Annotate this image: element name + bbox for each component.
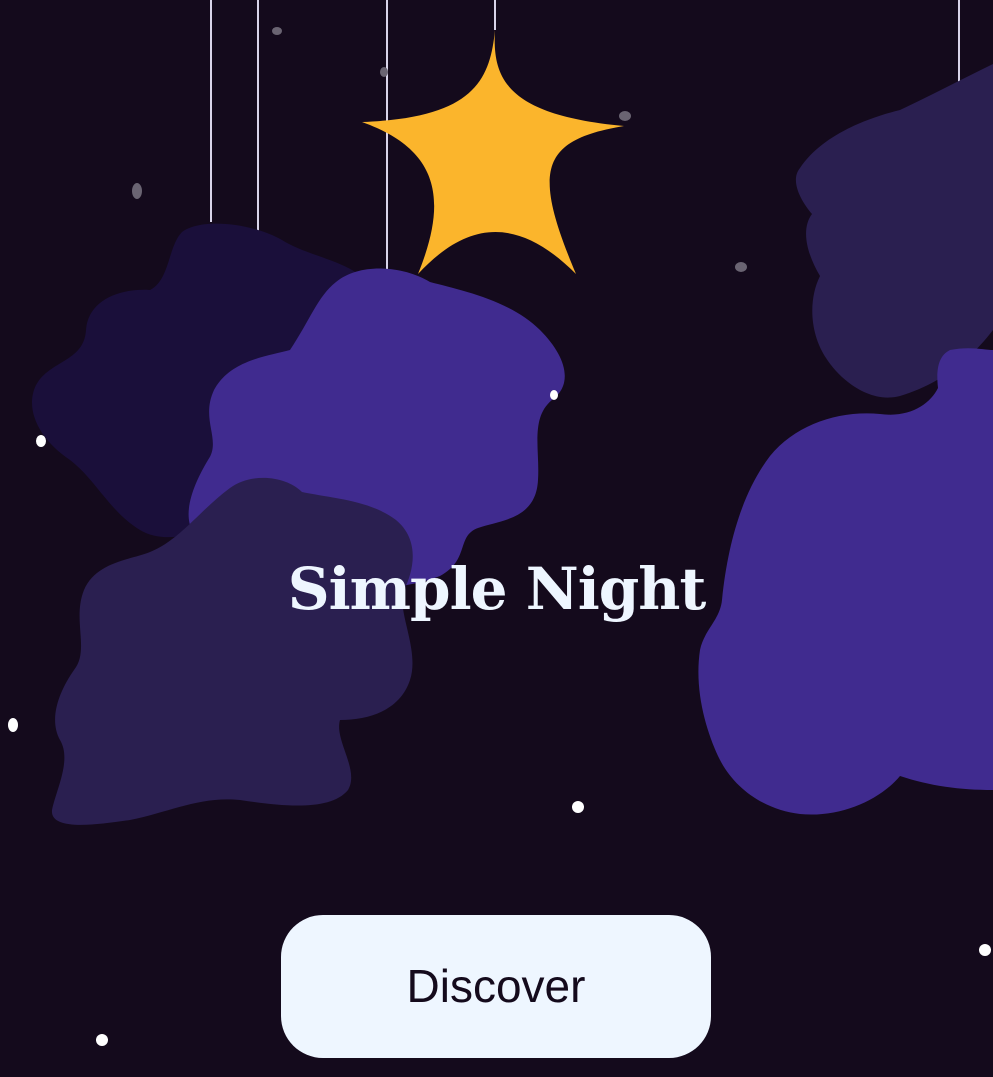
speck — [8, 718, 18, 732]
cloud-icon — [795, 64, 993, 398]
page-title: Simple Night — [287, 555, 707, 623]
speck — [132, 183, 142, 199]
discover-button[interactable]: Discover — [281, 915, 711, 1058]
night-scene: Simple Night Discover — [0, 0, 993, 1077]
speck — [550, 390, 558, 400]
speck — [572, 801, 584, 813]
speck — [979, 944, 991, 956]
speck — [36, 435, 46, 447]
speck — [380, 67, 388, 77]
cloud-icon — [51, 477, 413, 825]
star-icon — [362, 30, 624, 274]
speck — [96, 1034, 108, 1046]
speck — [272, 27, 282, 35]
speck — [619, 111, 631, 121]
speck — [735, 262, 747, 272]
